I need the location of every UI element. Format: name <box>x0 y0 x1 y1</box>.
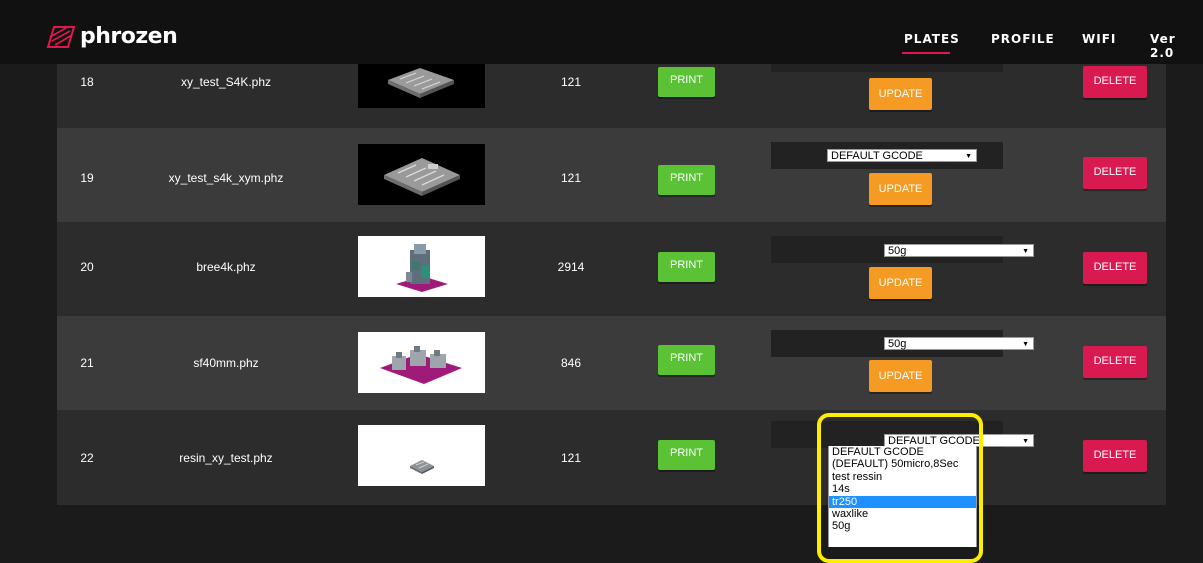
gcode-select[interactable]: 50g ▼ <box>884 244 1034 257</box>
plate-thumbnail <box>358 144 485 205</box>
print-button[interactable]: PRINT <box>658 252 715 282</box>
plate-thumbnail <box>358 236 485 297</box>
table-row: 20 bree4k.phz 2914 PRINT 50g ▼ UPDATE DE… <box>57 222 1166 316</box>
update-button[interactable]: UPDATE <box>869 78 932 110</box>
annotation-highlight-ring <box>817 413 983 563</box>
plate-index: 20 <box>80 260 94 274</box>
plate-thumbnail <box>358 64 485 108</box>
plate-layer-count: 121 <box>560 171 582 185</box>
phrozen-logo-icon <box>46 26 76 48</box>
update-button[interactable]: UPDATE <box>869 360 932 392</box>
table-row: 22 resin_xy_test.phz 121 PRINT DEFAULT G… <box>57 410 1166 505</box>
plate-index: 21 <box>80 356 94 370</box>
plate-thumbnail <box>358 332 485 393</box>
plate-layer-count: 121 <box>560 75 582 89</box>
plate-index: 22 <box>80 451 94 465</box>
dropdown-arrow-icon: ▼ <box>1022 248 1029 255</box>
version-label: Ver 2.0 <box>1150 32 1176 60</box>
nav-plates[interactable]: PLATES <box>904 32 960 46</box>
print-button[interactable]: PRINT <box>658 67 715 97</box>
print-button[interactable]: PRINT <box>658 165 715 195</box>
gcode-select-value: 50g <box>888 338 907 350</box>
table-row: 18 xy_test_S4K.phz 121 PRINT UPDATE DELE… <box>57 64 1166 128</box>
plate-layer-count: 121 <box>560 451 582 465</box>
plate-thumbnail <box>358 425 485 486</box>
plate-filename: bree4k.phz <box>196 260 256 274</box>
plate-index: 18 <box>80 75 94 89</box>
gcode-panel <box>771 64 1003 72</box>
gcode-select-value: 50g <box>888 245 907 257</box>
plate-index: 19 <box>80 171 94 185</box>
nav-wifi[interactable]: WIFI <box>1082 32 1116 46</box>
delete-button[interactable]: DELETE <box>1083 346 1147 378</box>
top-navigation-bar: phrozen PLATES PROFILE WIFI Ver 2.0 <box>0 0 1203 64</box>
plate-layer-count: 2914 <box>557 260 585 274</box>
gcode-select-value: DEFAULT GCODE <box>831 150 923 162</box>
brand-name: phrozen <box>80 24 178 49</box>
plate-layer-count: 846 <box>560 356 582 370</box>
dropdown-arrow-icon: ▼ <box>1022 341 1029 348</box>
plate-filename: sf40mm.phz <box>193 356 259 370</box>
plates-table: 18 xy_test_S4K.phz 121 PRINT UPDATE DELE… <box>57 64 1166 505</box>
gcode-select[interactable]: 50g ▼ <box>884 337 1034 350</box>
update-button[interactable]: UPDATE <box>869 267 932 299</box>
dropdown-arrow-icon: ▼ <box>1022 438 1029 445</box>
print-button[interactable]: PRINT <box>658 440 715 470</box>
plate-filename: xy_test_s4k_xym.phz <box>168 171 284 185</box>
table-row: 19 xy_test_s4k_xym.phz 121 PRINT DEFAULT… <box>57 128 1166 222</box>
plate-filename: xy_test_S4K.phz <box>180 75 272 89</box>
brand-logo[interactable]: phrozen <box>46 24 178 50</box>
plate-filename: resin_xy_test.phz <box>179 451 273 465</box>
nav-profile[interactable]: PROFILE <box>991 32 1055 46</box>
delete-button[interactable]: DELETE <box>1083 252 1147 284</box>
nav-active-indicator <box>902 52 950 54</box>
dropdown-arrow-icon: ▼ <box>965 153 972 160</box>
print-button[interactable]: PRINT <box>658 345 715 375</box>
delete-button[interactable]: DELETE <box>1083 66 1147 98</box>
delete-button[interactable]: DELETE <box>1083 440 1147 472</box>
update-button[interactable]: UPDATE <box>869 173 932 205</box>
delete-button[interactable]: DELETE <box>1083 157 1147 189</box>
gcode-select[interactable]: DEFAULT GCODE ▼ <box>827 149 977 162</box>
table-row: 21 sf40mm.phz 846 PRINT 50g ▼ UPDATE DEL <box>57 316 1166 410</box>
